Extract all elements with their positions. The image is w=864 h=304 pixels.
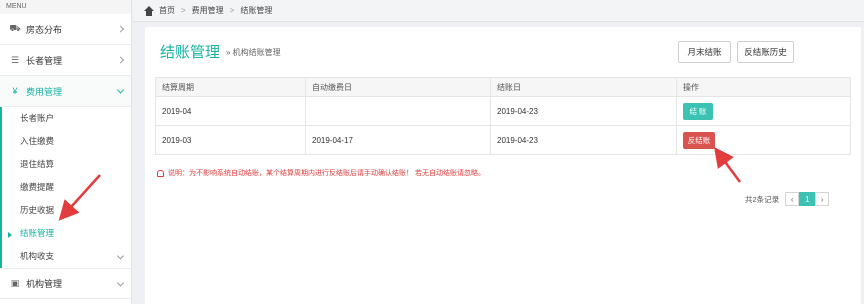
chevron-down-icon <box>116 86 125 94</box>
breadcrumb-home[interactable]: 首页 <box>159 5 175 16</box>
sidebar-item-label: 费用管理 <box>26 86 63 97</box>
page-title: 结账管理 <box>160 44 221 61</box>
column-header-action: 操作 <box>676 77 851 97</box>
cell-settle-date: 2019-04-23 <box>490 96 677 126</box>
main-panel: 结账管理 » 机构结账管理 月末结账 反结账历史 结算周期 自动缴费日 结账日 … <box>145 27 861 304</box>
sidebar-item-fee-management[interactable]: ¥ 费用管理 <box>0 76 131 107</box>
pagination-total: 共2条记录 <box>745 194 780 204</box>
menu-label: MENU <box>0 0 131 14</box>
cell-period: 2019-03 <box>155 125 306 155</box>
sidebar: MENU ⛟ 房态分布 ☰ 长者管理 ¥ 费用管理 长者账户 入住缴费 退住结算… <box>0 0 132 304</box>
sidebar-item-label: 机构管理 <box>26 279 63 289</box>
cell-action: 反结账 <box>676 125 851 155</box>
sidebar-item-room-status[interactable]: ⛟ 房态分布 <box>0 14 131 45</box>
cell-auto-payment-date <box>305 96 491 126</box>
table-row: 2019-03 2019-04-17 2019-04-23 反结账 <box>155 125 851 155</box>
cell-action: 结 账 <box>676 96 851 126</box>
list-icon: ☰ <box>10 54 20 65</box>
sidebar-subitem-checkin-payment[interactable]: 入住缴费 <box>2 130 131 153</box>
notice-text: 说明：为不影响系统自动结账，某个结算周期内进行反结账后请手动确认结账！ 若无自动… <box>157 168 485 178</box>
sidebar-subitem-payment-reminder[interactable]: 缴费提醒 <box>2 176 131 199</box>
settle-button[interactable]: 结 账 <box>683 102 713 120</box>
column-header-auto-payment-date: 自动缴费日 <box>305 77 491 97</box>
breadcrumb-current: 结账管理 <box>240 6 273 15</box>
chevron-right-icon <box>116 25 125 33</box>
sidebar-item-institution-management[interactable]: ▣ 机构管理 <box>0 268 131 299</box>
pagination-prev-button[interactable]: ‹ <box>785 192 800 206</box>
pagination-next-button[interactable]: › <box>815 192 830 206</box>
table-row: 2019-04 2019-04-23 结 账 <box>155 96 851 126</box>
table-header-row: 结算周期 自动缴费日 结账日 操作 <box>155 77 851 97</box>
notice-message: 说明：为不影响系统自动结账，某个结算周期内进行反结账后请手动确认结账！ 若无自动… <box>168 170 485 177</box>
chevron-down-icon <box>116 251 125 260</box>
sidebar-subitem-label: 机构收支 <box>20 251 55 261</box>
pagination: 共2条记录 ‹ 1 › <box>745 192 830 206</box>
sidebar-subitem-checkout-settlement[interactable]: 退住结算 <box>2 153 131 176</box>
column-header-settle-date: 结账日 <box>490 77 677 97</box>
chevron-down-icon <box>116 278 125 287</box>
sidebar-subitem-label: 结账管理 <box>20 228 55 238</box>
column-header-period: 结算周期 <box>155 77 306 97</box>
fee-submenu: 长者账户 入住缴费 退住结算 缴费提醒 历史收据 结账管理 机构收支 <box>0 107 131 268</box>
sidebar-subitem-elder-account[interactable]: 长者账户 <box>2 107 131 130</box>
sidebar-subitem-institution-finance[interactable]: 机构收支 <box>2 245 131 268</box>
chevron-right-icon <box>116 56 125 64</box>
breadcrumb-separator: > <box>229 6 235 15</box>
cell-period: 2019-04 <box>155 96 306 126</box>
cell-auto-payment-date: 2019-04-17 <box>305 125 491 155</box>
breadcrumb: 首页 > 费用管理 > 结账管理 <box>133 0 864 22</box>
sidebar-subitem-billing-management[interactable]: 结账管理 <box>2 222 131 245</box>
sidebar-subitem-receipt-history[interactable]: 历史收据 <box>2 199 131 222</box>
home-icon[interactable] <box>143 5 155 16</box>
breadcrumb-fee-management[interactable]: 费用管理 <box>192 5 224 16</box>
page-subtitle: » 机构结账管理 <box>226 48 281 57</box>
yen-icon: ¥ <box>12 86 18 96</box>
breadcrumb-separator: > <box>181 6 186 15</box>
building-icon: ▣ <box>10 278 20 288</box>
reverse-settle-button[interactable]: 反结账 <box>683 131 715 149</box>
car-icon: ⛟ <box>9 23 21 33</box>
billing-table: 结算周期 自动缴费日 结账日 操作 2019-04 2019-04-23 结 账… <box>155 77 851 155</box>
cell-settle-date: 2019-04-23 <box>490 125 677 155</box>
bell-icon <box>157 169 164 177</box>
month-end-settle-button[interactable]: 月末结账 <box>678 41 731 63</box>
pagination-page-button[interactable]: 1 <box>799 192 816 206</box>
active-caret-icon <box>8 232 12 238</box>
reverse-settle-history-button[interactable]: 反结账历史 <box>737 41 794 63</box>
sidebar-item-label: 长者管理 <box>26 55 63 66</box>
sidebar-item-label: 房态分布 <box>26 24 63 35</box>
sidebar-item-elder-management[interactable]: ☰ 长者管理 <box>0 45 131 76</box>
